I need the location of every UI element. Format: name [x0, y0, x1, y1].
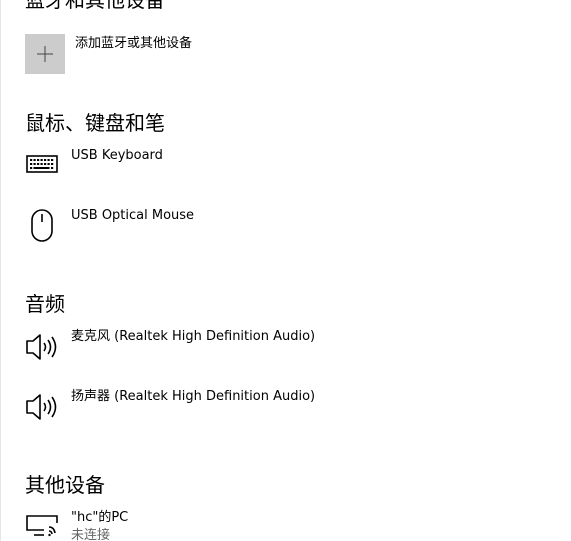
- device-name: "hc"的PC: [71, 510, 129, 525]
- other-devices-section-title: 其他设备: [25, 473, 105, 497]
- device-microphone[interactable]: 麦克风 (Realtek High Definition Audio): [22, 328, 442, 374]
- device-status: 未连接: [71, 528, 111, 541]
- device-usb-optical-mouse[interactable]: USB Optical Mouse: [22, 207, 442, 253]
- mouse-icon: [22, 207, 62, 247]
- speaker-icon: [22, 388, 62, 428]
- device-speaker[interactable]: 扬声器 (Realtek High Definition Audio): [22, 388, 442, 434]
- bluetooth-section-title: 蓝牙和其他设备: [25, 0, 165, 12]
- mouse-keyboard-pen-section-title: 鼠标、键盘和笔: [25, 111, 165, 135]
- add-device-button[interactable]: [25, 34, 65, 74]
- wireless-display-icon: [22, 509, 62, 541]
- device-usb-keyboard[interactable]: USB Keyboard: [22, 147, 442, 193]
- plus-icon: [35, 44, 55, 64]
- add-device-label[interactable]: 添加蓝牙或其他设备: [75, 35, 192, 53]
- device-name: USB Keyboard: [71, 148, 163, 163]
- device-name: 麦克风 (Realtek High Definition Audio): [71, 329, 316, 344]
- keyboard-icon: [22, 147, 62, 187]
- window-left-edge: [0, 0, 1, 541]
- device-name: 扬声器 (Realtek High Definition Audio): [71, 389, 316, 404]
- speaker-icon: [22, 328, 62, 368]
- device-hc-pc[interactable]: "hc"的PC 未连接: [22, 509, 442, 541]
- audio-section-title: 音频: [25, 292, 65, 316]
- device-name: USB Optical Mouse: [71, 208, 195, 223]
